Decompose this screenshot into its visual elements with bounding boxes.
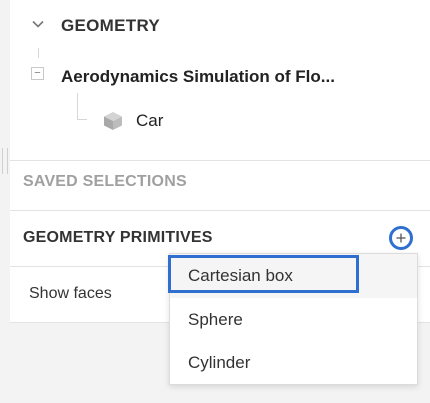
geometry-section-title[interactable]: GEOMETRY [61,16,160,36]
collapse-minus-icon[interactable]: − [31,67,44,80]
menu-item-sphere[interactable]: Sphere [170,298,417,342]
tree-connector [77,93,78,119]
geometry-item-label[interactable]: Aerodynamics Simulation of Flo... [61,67,335,87]
saved-selections-header[interactable]: SAVED SELECTIONS [23,173,187,191]
cube-icon [104,112,122,130]
primitive-dropdown-menu: Cartesian box Sphere Cylinder [169,253,418,385]
panel-resize-handle[interactable] [2,148,8,174]
geometry-section: GEOMETRY − Aerodynamics Simulation of Fl… [10,0,430,160]
menu-item-cylinder[interactable]: Cylinder [170,341,417,385]
plus-circle-icon [396,233,406,243]
divider [10,210,430,211]
tree-connector [77,119,87,120]
geometry-primitives-header[interactable]: GEOMETRY PRIMITIVES [23,229,213,247]
show-faces-label[interactable]: Show faces [29,285,112,303]
geometry-child-car[interactable]: Car [136,111,163,131]
tree-connector [38,48,39,58]
add-primitive-button[interactable] [389,226,413,250]
divider [10,160,430,161]
menu-item-cartesian-box[interactable]: Cartesian box [170,254,417,298]
chevron-down-icon[interactable] [32,18,44,30]
